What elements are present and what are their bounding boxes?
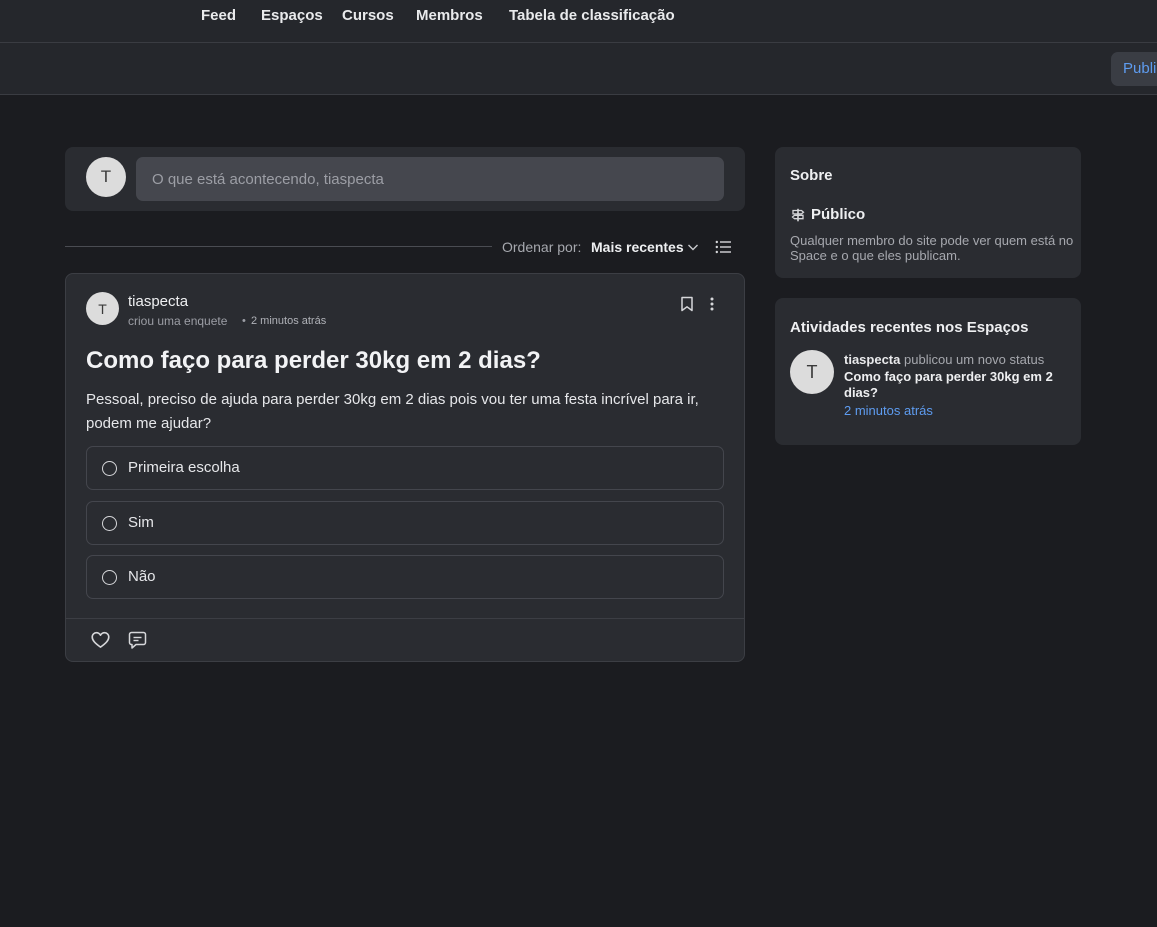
activity-text: tiaspecta publicou um novo status [844, 351, 1074, 368]
poll-option-label: Sim [128, 514, 154, 531]
card-title: Atividades recentes nos Espaços [790, 319, 1029, 336]
poll-option-label: Primeira escolha [128, 459, 240, 476]
activity-action: publicou um novo status [904, 352, 1045, 367]
poll-option[interactable]: Primeira escolha [86, 446, 724, 490]
nav-item-members[interactable]: Membros [416, 7, 483, 24]
avatar: T [86, 157, 126, 197]
chevron-down-icon[interactable] [687, 241, 699, 253]
more-icon[interactable] [706, 296, 718, 312]
bookmark-icon[interactable] [680, 296, 694, 312]
post-time[interactable]: 2 minutos atrás [251, 315, 326, 327]
separator-dot: • [242, 315, 246, 327]
post-card: T tiaspecta criou uma enquete • 2 minuto… [65, 273, 745, 662]
signpost-icon [791, 208, 805, 222]
space-header: Publi [0, 43, 1157, 95]
sort-label: Ordenar por: [502, 239, 582, 255]
post-action: criou uma enquete [128, 314, 228, 328]
avatar[interactable]: T [790, 350, 834, 394]
divider [66, 618, 744, 619]
heart-icon[interactable] [91, 631, 110, 649]
activity-user[interactable]: tiaspecta [844, 352, 900, 367]
recent-activity-card: Atividades recentes nos Espaços T tiaspe… [775, 298, 1081, 445]
poll-option[interactable]: Sim [86, 501, 724, 545]
card-title: Sobre [790, 167, 833, 184]
nav-item-leaderboard[interactable]: Tabela de classificação [509, 7, 675, 24]
nav-item-feed[interactable]: Feed [201, 7, 236, 24]
activity-time[interactable]: 2 minutos atrás [844, 403, 933, 418]
sort-dropdown[interactable]: Mais recentes [591, 239, 684, 255]
nav-item-courses[interactable]: Cursos [342, 7, 394, 24]
post-body: Pessoal, preciso de ajuda para perder 30… [86, 391, 699, 432]
comment-icon[interactable] [128, 631, 147, 650]
publish-button[interactable]: Publi [1111, 52, 1157, 86]
post-author[interactable]: tiaspecta [128, 293, 188, 310]
radio-icon[interactable] [102, 516, 117, 531]
divider [65, 246, 492, 247]
post-title[interactable]: Como faço para perder 30kg em 2 dias? [86, 347, 541, 375]
top-navigation: Feed Espaços Cursos Membros Tabela de cl… [0, 0, 1157, 43]
about-card: Sobre Público Qualquer membro do site po… [775, 147, 1081, 278]
post-composer: T [65, 147, 745, 211]
poll-option[interactable]: Não [86, 555, 724, 599]
list-icon[interactable] [715, 239, 731, 255]
avatar[interactable]: T [86, 292, 119, 325]
activity-post-title[interactable]: Como faço para perder 30kg em 2 dias? [844, 369, 1069, 401]
radio-icon[interactable] [102, 570, 117, 585]
composer-input[interactable] [136, 157, 724, 201]
nav-item-spaces[interactable]: Espaços [261, 7, 323, 24]
visibility-description: Qualquer membro do site pode ver quem es… [790, 233, 1074, 263]
poll-option-label: Não [128, 568, 156, 585]
visibility-label: Público [811, 206, 866, 223]
radio-icon[interactable] [102, 461, 117, 476]
